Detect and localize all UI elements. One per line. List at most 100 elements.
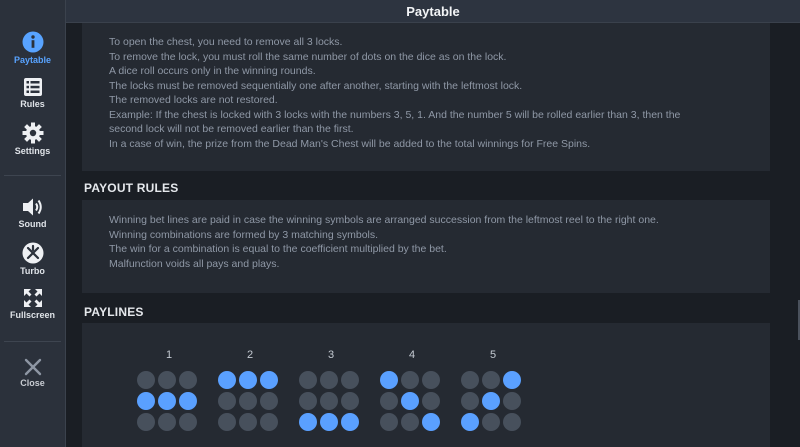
close-label: Close <box>20 378 45 388</box>
payline-dot-active <box>461 413 479 431</box>
payline-dot <box>422 371 440 389</box>
payout-rules-heading: PAYOUT RULES <box>84 181 179 195</box>
payline-dot <box>299 371 317 389</box>
payline-dot <box>239 392 257 410</box>
paytable-button[interactable]: Paytable <box>0 31 65 75</box>
payline-dot <box>341 371 359 389</box>
payline-dot-active <box>158 392 176 410</box>
payline-dot <box>320 371 338 389</box>
payline-dot <box>260 413 278 431</box>
close-icon <box>24 358 41 376</box>
payline-dot-active <box>218 371 236 389</box>
paytable-content: To open the chest, you need to remove al… <box>66 23 800 447</box>
rule-line: To open the chest, you need to remove al… <box>109 36 343 48</box>
paylines-panel: 1 2 3 4 5 <box>82 323 770 447</box>
payline-number: 5 <box>489 349 497 361</box>
rule-line: The locks must be removed sequentially o… <box>109 79 523 92</box>
payline-dot <box>299 392 317 410</box>
payline-dot <box>380 392 398 410</box>
payline-dot-active <box>260 371 278 389</box>
payline-dot <box>503 413 521 431</box>
rule-line: The removed locks are not restored. <box>109 94 278 106</box>
rule-line: Winning bet lines are paid in case the w… <box>109 214 659 226</box>
speaker-icon <box>22 198 42 216</box>
payline-grid <box>461 371 525 435</box>
payline-dot <box>239 413 257 431</box>
payline-number: 1 <box>165 349 173 361</box>
payline-dot <box>179 371 197 389</box>
fullscreen-label: Fullscreen <box>9 310 56 320</box>
payline-dot <box>260 392 278 410</box>
payline-number: 2 <box>246 349 254 361</box>
rule-line: A dice roll occurs only in the winning r… <box>109 65 316 77</box>
chest-rules-text: To open the chest, you need to remove al… <box>109 35 680 151</box>
rule-line: The win for a combination is equal to th… <box>109 243 447 255</box>
payline-dot <box>380 413 398 431</box>
payline-dot-active <box>482 392 500 410</box>
payline-dot-active <box>503 371 521 389</box>
payout-rules-text: Winning bet lines are paid in case the w… <box>109 213 659 271</box>
turbo-button[interactable]: Turbo <box>0 242 65 286</box>
gear-icon <box>22 122 43 144</box>
payline-grid <box>299 371 363 435</box>
rule-line: Winning combinations are formed by 3 mat… <box>109 228 379 241</box>
payline-dot <box>137 371 155 389</box>
fullscreen-button[interactable]: Fullscreen <box>0 288 65 332</box>
rule-line: second lock will not be removed earlier … <box>109 123 354 135</box>
payline-dot <box>179 413 197 431</box>
payline-dot <box>158 371 176 389</box>
payline-dot <box>401 413 419 431</box>
payline-dot-active <box>137 392 155 410</box>
payline-dot-active <box>422 413 440 431</box>
info-icon <box>22 31 43 53</box>
rule-line: Malfunction voids all pays and plays. <box>109 257 280 270</box>
page-title: Paytable <box>406 3 460 19</box>
sidebar-divider <box>4 175 61 176</box>
turbo-icon <box>22 242 43 264</box>
payline-dot-active <box>380 371 398 389</box>
settings-button[interactable]: Settings <box>0 122 65 166</box>
payline-dot <box>461 371 479 389</box>
paytable-label: Paytable <box>13 55 52 65</box>
rule-line: Example: If the chest is locked with 3 l… <box>109 108 681 121</box>
payout-rules-panel: Winning bet lines are paid in case the w… <box>82 200 770 293</box>
sidebar: Paytable Rules Settings Sound Turbo Full… <box>0 0 66 447</box>
payline-dot-active <box>401 392 419 410</box>
rule-line: To remove the lock, you must roll the sa… <box>109 50 507 63</box>
payline-dot <box>422 392 440 410</box>
payline-dot <box>158 413 176 431</box>
payline-grid <box>137 371 201 435</box>
payline-dot-active <box>179 392 197 410</box>
payline-dot <box>137 413 155 431</box>
sound-label: Sound <box>18 219 47 229</box>
payline-dot <box>218 413 236 431</box>
chest-rules-panel: To open the chest, you need to remove al… <box>82 23 770 171</box>
payline-dot <box>218 392 236 410</box>
payline-dot-active <box>239 371 257 389</box>
payline-dot <box>482 413 500 431</box>
title-bar: Paytable <box>66 0 800 23</box>
payline-number: 3 <box>327 349 335 361</box>
payline-dot <box>503 392 521 410</box>
payline-grid <box>380 371 444 435</box>
paylines-heading: PAYLINES <box>84 305 144 319</box>
payline-dot <box>401 371 419 389</box>
payline-dot <box>341 392 359 410</box>
payline-number: 4 <box>408 349 416 361</box>
sound-button[interactable]: Sound <box>0 197 65 241</box>
payline-dot <box>461 392 479 410</box>
payline-dot-active <box>341 413 359 431</box>
rules-button[interactable]: Rules <box>0 77 65 121</box>
list-icon <box>23 78 42 96</box>
payline-dot-active <box>320 413 338 431</box>
payline-dot <box>482 371 500 389</box>
settings-label: Settings <box>14 146 51 156</box>
fullscreen-icon <box>23 289 42 307</box>
turbo-label: Turbo <box>20 266 45 276</box>
rule-line: In a case of win, the prize from the Dea… <box>109 137 591 150</box>
payline-grid <box>218 371 282 435</box>
payline-dot <box>320 392 338 410</box>
sidebar-divider <box>4 341 61 342</box>
close-button[interactable]: Close <box>0 358 65 402</box>
rules-label: Rules <box>20 99 45 109</box>
